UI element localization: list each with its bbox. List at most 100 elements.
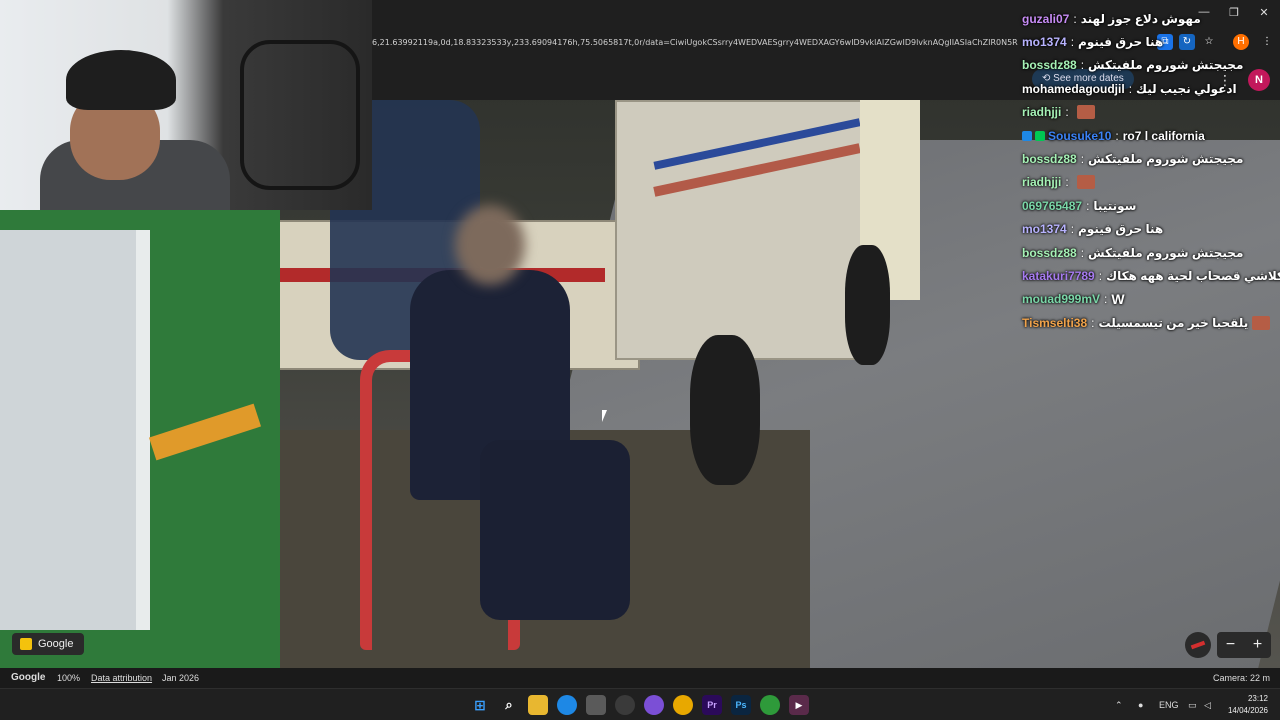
chat-separator: : [1128,81,1133,96]
chat-separator: : [1091,315,1095,330]
chat-separator: : [1070,222,1075,237]
chat-text: راك تكلاشي قصحاب لحية ههه هكاك [1106,268,1280,283]
zoom-level: 100% [57,673,81,683]
clock-time: 23:12 [1247,694,1268,703]
store-icon[interactable] [586,695,606,715]
search-icon[interactable]: ⌕ [499,695,519,715]
blurred-face [455,205,525,285]
chat-separator: : [1104,292,1108,307]
chat-separator: : [1080,152,1085,167]
chat-username[interactable]: riadhjji [1022,105,1061,119]
truck-wheel [690,335,760,485]
data-attribution-link[interactable]: Data attribution [91,668,152,688]
chat-separator: : [1086,198,1090,213]
chat-message: mohamedagoudjil: ادعولي نجيب ليك [1022,77,1280,100]
chat-text: مهوش دلاع جوز لهند [1080,11,1201,26]
microphone-icon[interactable]: ● [1138,689,1143,720]
chat-username[interactable]: Tismselti38 [1022,316,1087,330]
camera-distance: Camera: 22 m [1212,673,1270,683]
bicycle [240,40,360,190]
emote-icon [1252,315,1271,330]
chat-separator: : [1115,128,1119,143]
chat-message: mo1374: هنا حرق فينوم [1022,218,1280,241]
emote-icon [1076,175,1095,190]
chat-app-icon[interactable] [644,695,664,715]
chat-username[interactable]: Sousuke10 [1048,129,1111,143]
chat-separator: : [1080,245,1085,260]
chevron-up-icon[interactable]: ⌃ [1115,689,1123,720]
chat-message: riadhjji: [1022,101,1280,124]
chat-username[interactable]: mo1374 [1022,35,1067,49]
chat-username[interactable]: bossdz88 [1022,246,1077,260]
chat-text: مجيجتش شوروم ملفيتكش [1088,245,1244,260]
chat-separator: : [1065,105,1069,120]
chat-text: ro7 l california [1122,128,1205,143]
system-clock[interactable]: 23:12 14/04/2026 [1228,693,1268,717]
chat-message: bossdz88: مجيجتش شوروم ملفيتكش [1022,147,1280,170]
google-logo: Google [11,672,46,683]
windows-taskbar: ⊞ ⌕ Pr Ps ▶ ⌃ ● ENG ▭ ◁ 23:12 14/04/2026 [0,688,1280,720]
chat-username[interactable]: 069765487 [1022,199,1082,213]
zoom-in-button[interactable]: + [1244,632,1271,658]
chat-message: guzali07: مهوش دلاع جوز لهند [1022,7,1280,30]
photoshop-icon[interactable]: Ps [731,695,751,715]
map-status-bar: Google 100% Data attribution Jan 2026 Ca… [0,668,1280,688]
chrome-icon[interactable] [673,695,693,715]
chat-message: Tismselti38: يلقحبا خير من تيسمسيلت [1022,311,1280,334]
chat-separator: : [1080,58,1085,73]
chat-username[interactable]: bossdz88 [1022,152,1077,166]
premiere-icon[interactable]: Pr [702,695,722,715]
google-chip-label: Google [38,638,74,650]
chat-text: هنا حرق فينوم [1078,35,1164,50]
recorder-icon[interactable] [760,695,780,715]
media-player-icon[interactable]: ▶ [789,695,809,715]
emote-icon [1076,105,1095,120]
network-icon[interactable]: ▭ [1188,689,1197,720]
chat-message: Sousuke10: ro7 l california [1022,124,1280,147]
language-indicator[interactable]: ENG [1159,689,1179,720]
person-legs [480,440,630,620]
webcam-overlay [0,0,372,210]
stream-chat: guzali07: مهوش دلاع جوز لهند mo1374: هنا حر… [1022,7,1280,334]
chat-message: riadhjji: [1022,171,1280,194]
w-emote: W [1111,291,1125,308]
chat-username[interactable]: bossdz88 [1022,58,1077,72]
chat-text: ادعولي نجيب ليك [1136,81,1237,96]
chat-text: هنا حرق فينوم [1078,222,1164,237]
app-icon[interactable] [615,695,635,715]
chat-text: مجيجتش شوروم ملفيتكش [1088,152,1244,167]
maps-icon [20,638,32,650]
chat-separator: : [1073,11,1077,26]
zoom-out-button[interactable]: − [1217,632,1244,658]
file-explorer-icon[interactable] [528,695,548,715]
chat-message: katakuri7789:راك تكلاشي قصحاب لحية ههه ه… [1022,264,1280,287]
chat-username[interactable]: riadhjji [1022,175,1061,189]
truck-wheel [845,245,890,365]
truck-cargo-box [615,100,875,360]
chat-text: يلقحبا خير من تيسمسيلت [1098,315,1249,330]
start-icon[interactable]: ⊞ [470,695,490,715]
chat-message: 069765487: سونتيبا [1022,194,1280,217]
chat-message: mouad999mV: W [1022,288,1280,311]
chat-message: bossdz88: مجيجتش شوروم ملفيتكش [1022,54,1280,77]
volume-icon[interactable]: ◁ [1204,689,1211,720]
badge-icon [1022,130,1032,141]
capture-date: Jan 2026 [162,673,200,683]
chat-username[interactable]: mo1374 [1022,222,1067,236]
chat-username[interactable]: katakuri7789 [1022,269,1095,283]
chat-username[interactable]: mouad999mV [1022,292,1100,306]
sparkle-badge-icon [1035,130,1045,141]
chat-text: سونتيبا [1093,198,1137,213]
chat-separator: : [1098,268,1103,283]
streamer-cap [66,50,176,110]
chat-username[interactable]: mohamedagoudjil [1022,82,1125,96]
clock-date: 14/04/2026 [1227,706,1268,715]
zoom-controls: − + [1217,632,1271,658]
chat-text: مجيجتش شوروم ملفيتكش [1088,58,1244,73]
chat-username[interactable]: guzali07 [1022,12,1069,26]
chat-separator: : [1070,35,1075,50]
chat-message: mo1374: هنا حرق فينوم [1022,30,1280,53]
chat-separator: : [1065,175,1069,190]
edge-icon[interactable] [557,695,577,715]
google-maps-chip[interactable]: Google [12,633,84,655]
